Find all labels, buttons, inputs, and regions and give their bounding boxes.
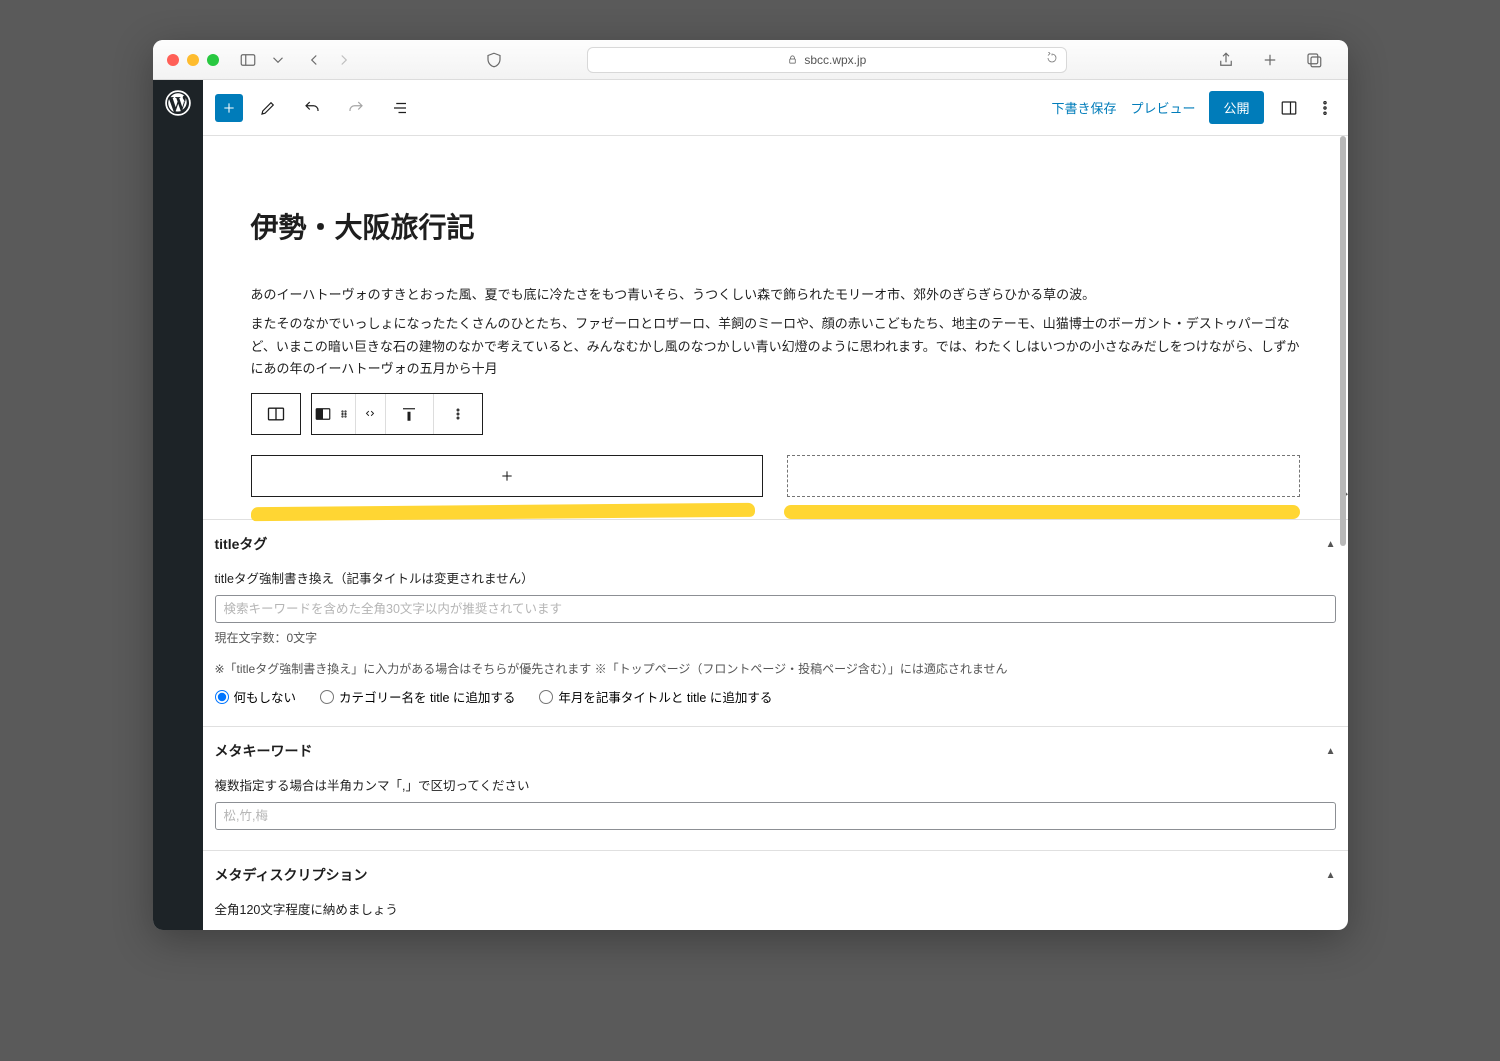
reload-icon[interactable]	[1046, 52, 1058, 67]
panel-header-label: titleタグ	[215, 534, 268, 554]
title-tag-count: 現在文字数：0文字	[215, 629, 1336, 646]
panel-description: メタディスクリプション ▲ 全角120文字程度に納めましょう	[203, 850, 1348, 930]
redo-icon[interactable]	[345, 97, 367, 119]
column-add-button[interactable]	[251, 455, 764, 497]
caret-up-icon: ▲	[1326, 870, 1336, 881]
save-draft-link[interactable]: 下書き保存	[1051, 98, 1116, 117]
wp-logo-bar[interactable]	[153, 80, 203, 930]
title-tag-radio-group: 何もしない カテゴリー名を title に追加する 年月を記事タイトルと tit…	[215, 687, 1336, 706]
editor-toolbar: 下書き保存 プレビュー 公開	[203, 80, 1348, 136]
title-tag-input[interactable]	[215, 595, 1336, 623]
radio-date[interactable]: 年月を記事タイトルと title に追加する	[539, 687, 772, 706]
panel-header-keywords[interactable]: メタキーワード ▲	[215, 741, 1336, 761]
keywords-input[interactable]	[215, 802, 1336, 830]
editor-canvas[interactable]: 伊勢・大阪旅行記 あのイーハトーヴォのすきとおった風、夏でも底に冷たさをもつ青い…	[203, 136, 1348, 930]
share-icon[interactable]	[1215, 49, 1237, 71]
tabs-overview-icon[interactable]	[1303, 49, 1325, 71]
panel-title-tag: titleタグ ▲ titleタグ強制書き換え（記事タイトルは変更されません） …	[203, 519, 1348, 726]
panel-keywords: メタキーワード ▲ 複数指定する場合は半角カンマ「,」で区切ってください	[203, 726, 1348, 850]
url-text: sbcc.wpx.jp	[804, 53, 866, 67]
publish-button[interactable]: 公開	[1209, 91, 1263, 124]
highlight-right	[784, 505, 1299, 519]
description-sublabel: 全角120文字程度に納めましょう	[215, 899, 1336, 918]
move-left-right-icon[interactable]	[356, 394, 386, 434]
columns-block-icon[interactable]	[252, 394, 300, 434]
browser-window: ↔ sbcc.wpx.jp	[153, 40, 1348, 930]
drag-handle-icon[interactable]	[334, 394, 356, 434]
chevron-down-icon[interactable]	[267, 49, 289, 71]
wp-editor: 下書き保存 プレビュー 公開 伊勢・大阪旅行記 あのイーハトーヴォのすきとおった…	[153, 80, 1348, 930]
caret-up-icon: ▲	[1326, 746, 1336, 757]
zoom-window-button[interactable]	[207, 54, 219, 66]
paragraph-2[interactable]: またそのなかでいっしょになったたくさんのひとたち、ファゼーロとロザーロ、羊飼のミ…	[251, 313, 1300, 381]
keywords-sublabel: 複数指定する場合は半角カンマ「,」で区切ってください	[215, 775, 1336, 794]
highlight-annotation	[251, 505, 1300, 519]
paragraph-1[interactable]: あのイーハトーヴォのすきとおった風、夏でも底に冷たさをもつ青いそら、うつくしい森…	[251, 284, 1300, 307]
block-toolbar	[251, 393, 1300, 435]
post-title[interactable]: 伊勢・大阪旅行記	[251, 206, 1300, 246]
radio-category[interactable]: カテゴリー名を title に追加する	[320, 687, 515, 706]
forward-button[interactable]	[333, 49, 355, 71]
columns-block[interactable]	[251, 455, 1300, 497]
panel-header-label: メタディスクリプション	[215, 865, 368, 885]
column-placeholder[interactable]	[787, 455, 1300, 497]
panel-header-description[interactable]: メタディスクリプション ▲	[215, 865, 1336, 885]
align-icon[interactable]	[386, 394, 434, 434]
close-window-button[interactable]	[167, 54, 179, 66]
back-button[interactable]	[303, 49, 325, 71]
preview-link[interactable]: プレビュー	[1130, 98, 1195, 117]
list-view-icon[interactable]	[389, 97, 411, 119]
block-inserter-button[interactable]	[215, 94, 243, 122]
address-bar[interactable]: sbcc.wpx.jp	[587, 47, 1067, 73]
new-tab-icon[interactable]	[1259, 49, 1281, 71]
title-tag-sublabel: titleタグ強制書き換え（記事タイトルは変更されません）	[215, 568, 1336, 587]
scrollbar[interactable]	[1340, 136, 1346, 546]
plus-icon	[499, 468, 515, 484]
minimize-window-button[interactable]	[187, 54, 199, 66]
panel-header-label: メタキーワード	[215, 741, 313, 761]
panel-header-title-tag[interactable]: titleタグ ▲	[215, 534, 1336, 554]
wordpress-icon	[165, 90, 191, 116]
settings-sidebar-toggle[interactable]	[1278, 97, 1300, 119]
caret-up-icon: ▲	[1326, 539, 1336, 550]
undo-icon[interactable]	[301, 97, 323, 119]
edit-icon[interactable]	[257, 97, 279, 119]
lock-icon	[787, 54, 798, 65]
radio-none[interactable]: 何もしない	[215, 687, 297, 706]
more-options-icon[interactable]	[434, 394, 482, 434]
shield-icon[interactable]	[483, 49, 505, 71]
column-select-icon[interactable]	[312, 394, 334, 434]
traffic-lights	[167, 54, 219, 66]
sidebar-toggle-icon[interactable]	[237, 49, 259, 71]
title-tag-note: ※「titleタグ強制書き換え」に入力がある場合はそちらが優先されます ※「トッ…	[215, 660, 1336, 677]
title-bar: sbcc.wpx.jp	[153, 40, 1348, 80]
options-menu-icon[interactable]	[1314, 97, 1336, 119]
